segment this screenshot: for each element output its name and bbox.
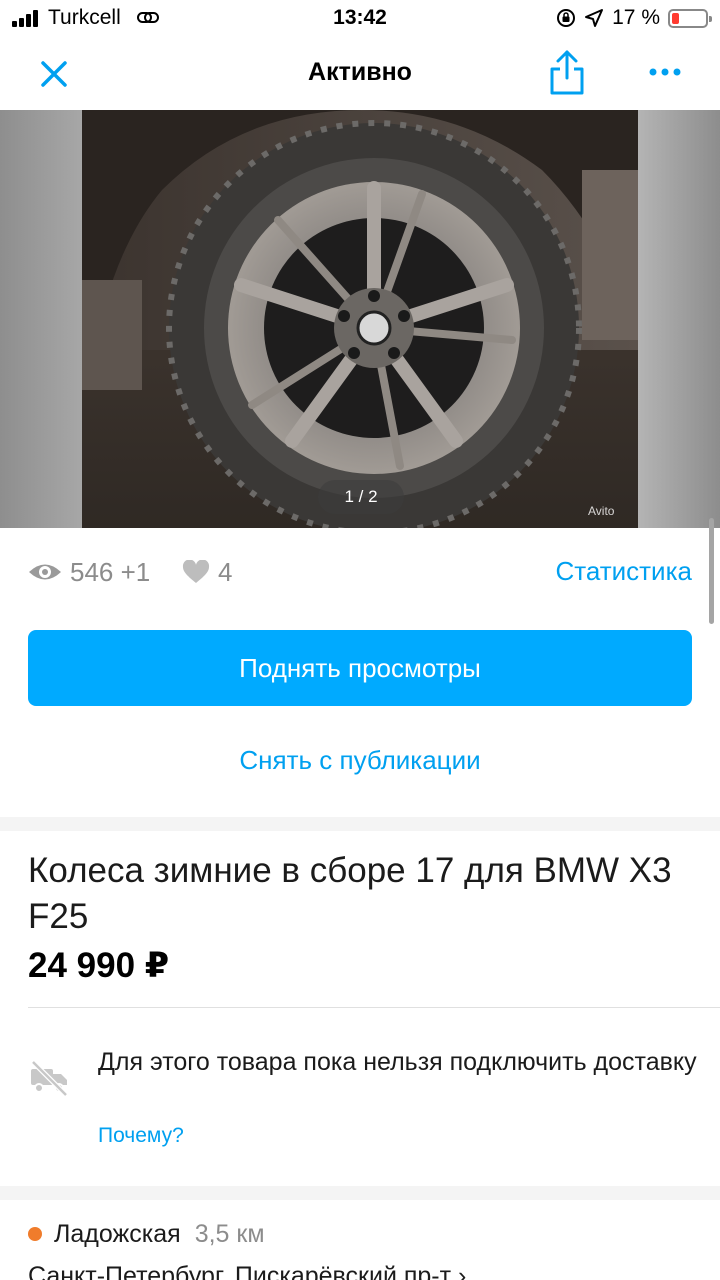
listing-price: 24 990 ₽ bbox=[28, 946, 170, 985]
gallery-edge-right bbox=[638, 110, 720, 528]
eye-icon bbox=[29, 564, 61, 580]
battery-icon bbox=[668, 8, 712, 28]
delivery-why-link[interactable]: Почему? bbox=[98, 1124, 184, 1148]
metro-row: Ладожская 3,5 км bbox=[28, 1216, 265, 1252]
views-count: 546 +1 bbox=[70, 556, 151, 587]
favorites-count: 4 bbox=[218, 556, 233, 587]
unpublish-link[interactable]: Снять с публикации bbox=[0, 745, 720, 776]
status-right-group: 17 % bbox=[556, 6, 712, 30]
views-stat: 546 +1 bbox=[28, 552, 150, 592]
screen: Turkcell 13:42 17 % Активно 1 / 2 Avito … bbox=[0, 0, 720, 1280]
metro-distance: 3,5 км bbox=[194, 1219, 265, 1248]
section-divider bbox=[0, 817, 720, 831]
statistics-link[interactable]: Статистика bbox=[555, 556, 692, 587]
photo-counter: 1 / 2 bbox=[318, 480, 404, 514]
divider bbox=[28, 1007, 720, 1008]
photo-gallery[interactable]: 1 / 2 Avito bbox=[0, 110, 720, 528]
gallery-edge-left bbox=[0, 110, 82, 528]
metro-line-dot bbox=[28, 1227, 42, 1241]
raise-views-button[interactable]: Поднять просмотры bbox=[28, 630, 692, 706]
page-title: Активно bbox=[308, 58, 412, 86]
location-arrow-icon bbox=[585, 9, 604, 27]
address-text: Санкт-Петербург, Пискарёвский пр-т bbox=[28, 1262, 452, 1280]
address-link[interactable]: Санкт-Петербург, Пискарёвский пр-т › bbox=[28, 1262, 466, 1280]
scrollbar[interactable] bbox=[709, 518, 714, 624]
chevron-right-icon: › bbox=[458, 1262, 467, 1280]
listing-photo[interactable] bbox=[82, 110, 638, 528]
more-icon[interactable] bbox=[644, 60, 690, 84]
favorites-stat: 4 bbox=[182, 552, 232, 592]
delivery-unavailable-icon bbox=[31, 1060, 68, 1097]
section-divider bbox=[0, 1186, 720, 1200]
metro-station: Ладожская bbox=[54, 1219, 181, 1248]
nav-bar: Активно bbox=[0, 38, 720, 110]
stats-row: 546 +1 4 Статистика bbox=[28, 552, 692, 592]
status-bar: Turkcell 13:42 17 % bbox=[0, 0, 720, 38]
listing-title: Колеса зимние в сборе 17 для BMW X3 F25 bbox=[28, 851, 672, 936]
delivery-message: Для этого товара пока нельзя подключить … bbox=[98, 1048, 697, 1076]
share-icon[interactable] bbox=[544, 48, 590, 98]
heart-icon bbox=[182, 560, 210, 583]
battery-percent: 17 % bbox=[612, 6, 660, 29]
rotation-lock-icon bbox=[557, 9, 576, 27]
photo-watermark: Avito bbox=[588, 504, 615, 518]
